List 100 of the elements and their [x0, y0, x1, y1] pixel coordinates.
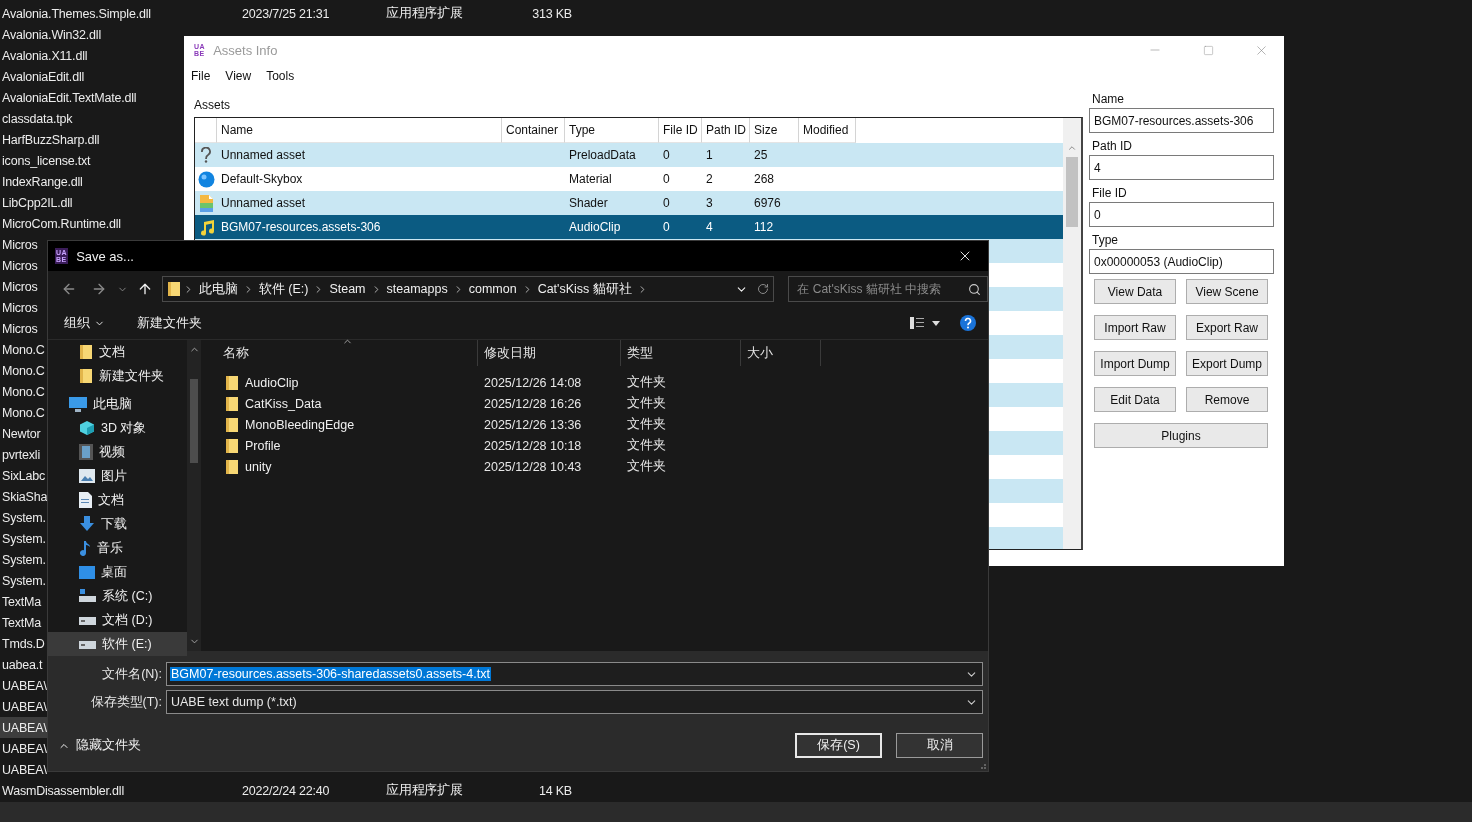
organize-menu[interactable]: 组织 — [58, 310, 111, 336]
menu-item[interactable]: View — [221, 67, 256, 85]
file-date: 2023/7/25 21:31 — [242, 6, 331, 21]
breadcrumb-item[interactable]: steamapps — [383, 282, 451, 296]
file-list-row[interactable]: Avalonia.Themes.Simple.dll 2023/7/25 21:31 应用程序扩展 313 KB — [0, 3, 572, 24]
hide-folders-button[interactable]: 隐藏文件夹 — [58, 737, 141, 754]
field-label: Name — [1091, 91, 1125, 108]
image-icon — [79, 469, 95, 483]
file-row[interactable]: MonoBleedingEdge 2025/12/26 13:36 文件夹 — [206, 414, 988, 435]
file-list-row[interactable]: WasmDisassembler.dll 2022/2/24 22:40 应用程序扩展 14 KB — [0, 780, 572, 801]
nav-item[interactable]: 文档 (D:) — [48, 608, 187, 632]
file-name: WasmDisassembler.dll — [2, 783, 125, 798]
nav-item[interactable]: 3D 对象 — [48, 416, 187, 440]
action-button[interactable]: Import Dump — [1094, 351, 1176, 376]
nav-item[interactable]: 文档 — [48, 340, 187, 364]
help-icon — [960, 315, 976, 331]
file-row[interactable]: CatKiss_Data 2025/12/28 16:26 文件夹 — [206, 393, 988, 414]
file-name: AudioClip — [206, 374, 478, 391]
column-header[interactable]: 类型 — [621, 340, 741, 366]
table-cell-text: 0 — [662, 148, 671, 162]
nav-item[interactable]: 下载 — [48, 512, 187, 536]
file-type-select[interactable]: UABE text dump (*.txt) — [166, 690, 983, 714]
action-button[interactable]: Export Raw — [1186, 315, 1268, 340]
text-field[interactable]: 0 — [1089, 202, 1274, 227]
table-cell-text: 268 — [753, 172, 776, 186]
text-field[interactable]: 0x00000053 (AudioClip) — [1089, 249, 1274, 274]
file-size: 313 KB — [531, 6, 572, 21]
breadcrumb-item[interactable]: Cat'sKiss 貓研社 — [534, 280, 635, 298]
folder-icon — [225, 458, 239, 475]
dialog-button[interactable]: 保存(S) — [795, 733, 882, 758]
breadcrumb-item[interactable]: common — [465, 282, 520, 296]
plugins-button[interactable]: Plugins — [1094, 423, 1268, 448]
nav-item[interactable]: 新建文件夹 — [48, 364, 187, 388]
new-folder-button[interactable]: 新建文件夹 — [131, 310, 208, 336]
film-icon — [79, 444, 93, 460]
folder-icon — [79, 368, 93, 384]
table-cell-text: 0 — [662, 196, 671, 210]
file-date: 2025/12/26 13:36 — [483, 417, 583, 432]
sphere-icon — [197, 170, 215, 188]
file-row[interactable]: Profile 2025/12/28 10:18 文件夹 — [206, 435, 988, 456]
action-button[interactable]: Edit Data — [1094, 387, 1176, 412]
action-button[interactable]: View Data — [1094, 279, 1176, 304]
action-button[interactable]: Import Raw — [1094, 315, 1176, 340]
refresh-icon — [757, 283, 770, 295]
window-title: Assets Info — [213, 42, 279, 58]
asset-row[interactable]: Default-Skybox Material 0 2 268 — [195, 167, 1063, 191]
scroll-thumb[interactable] — [1066, 157, 1078, 227]
desktop-icon — [79, 565, 95, 579]
field-label: 文件名(N): — [101, 665, 163, 683]
nav-item[interactable]: 音乐 — [48, 536, 187, 560]
nav-item[interactable]: 软件 (E:) — [48, 632, 187, 656]
asset-row[interactable]: BGM07-resources.assets-306 AudioClip 0 4 112 — [195, 215, 1063, 239]
column-header[interactable]: 修改日期 — [478, 340, 621, 366]
nav-item[interactable]: 桌面 — [48, 560, 187, 584]
drive-icon — [79, 639, 96, 649]
action-button[interactable]: View Scene — [1186, 279, 1268, 304]
folder-icon — [225, 416, 239, 433]
nav-item[interactable]: 视频 — [48, 440, 187, 464]
nav-item[interactable]: 图片 — [48, 464, 187, 488]
asset-row[interactable]: Unnamed asset Shader 0 3 6976 — [195, 191, 1063, 215]
filename-field[interactable]: BGM07-resources.assets-306-sharedassets0.assets-4.txt — [166, 662, 983, 686]
file-type: 文件夹 — [626, 458, 667, 475]
file-row[interactable]: unity 2025/12/28 10:43 文件夹 — [206, 456, 988, 477]
column-header[interactable]: 大小 — [741, 340, 821, 366]
nav-item[interactable]: 此电脑 — [48, 392, 187, 416]
dialog-title: Save as... — [76, 248, 135, 264]
scrollbar[interactable] — [187, 340, 201, 651]
column-header[interactable]: 名称 — [206, 340, 478, 366]
text-field[interactable]: BGM07-resources.assets-306 — [1089, 108, 1274, 133]
action-button[interactable]: Export Dump — [1186, 351, 1268, 376]
asset-row[interactable]: Unnamed asset PreloadData 0 1 25 — [195, 143, 1063, 167]
scroll-thumb[interactable] — [190, 378, 198, 463]
address-bar[interactable]: 此电脑 软件 (E:) Steam steamapps common Cat'sKiss 貓研社 — [161, 276, 775, 302]
nav-item[interactable]: 文档 — [48, 488, 187, 512]
nav-item[interactable]: 系统 (C:) — [48, 584, 187, 608]
action-button[interactable]: Remove — [1186, 387, 1268, 412]
file-row[interactable]: AudioClip 2025/12/26 14:08 文件夹 — [206, 372, 988, 393]
breadcrumb-item[interactable]: 软件 (E:) — [255, 280, 312, 298]
dialog-button[interactable]: 取消 — [896, 733, 983, 758]
table-cell-text: Shader — [568, 196, 609, 210]
file-type: 文件夹 — [626, 437, 667, 454]
menu-item[interactable]: Tools — [262, 67, 299, 85]
file-name: Profile — [206, 437, 478, 454]
file-type: 应用程序扩展 — [386, 782, 464, 799]
music-note-icon — [79, 540, 91, 556]
breadcrumb-item[interactable]: Steam — [326, 282, 369, 296]
table-cell-text: 0 — [662, 220, 671, 234]
text-field[interactable]: 4 — [1089, 155, 1274, 180]
document-icon — [79, 492, 92, 508]
section-label: Assets — [194, 97, 230, 114]
scroll-up-icon — [1067, 143, 1077, 153]
file-name: Avalonia.Themes.Simple.dll — [2, 6, 152, 21]
folder-icon — [225, 395, 239, 412]
field-label: Type — [1091, 232, 1119, 249]
breadcrumb-item[interactable]: 此电脑 — [195, 280, 241, 298]
file-date: 2025/12/28 10:18 — [483, 438, 583, 453]
menu-item[interactable]: File — [187, 67, 215, 85]
search-field[interactable]: 在 Cat'sKiss 貓研社 中搜索 — [788, 276, 988, 302]
scrollbar[interactable] — [1063, 118, 1081, 549]
file-type: 文件夹 — [626, 395, 667, 412]
